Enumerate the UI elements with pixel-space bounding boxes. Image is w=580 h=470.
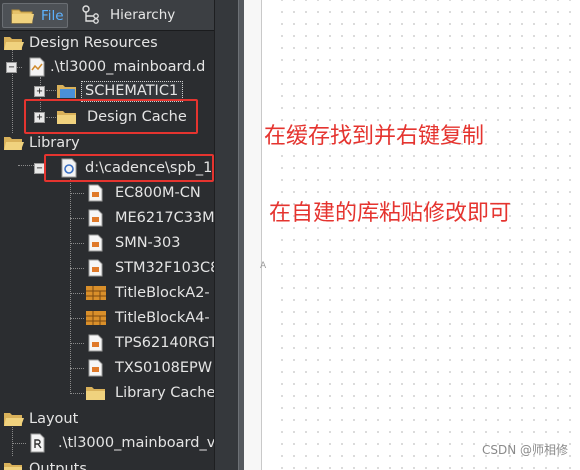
tab-hierarchy[interactable]: Hierarchy (72, 3, 212, 28)
tree-item-label: SMN-303 (115, 235, 181, 251)
tree-item-label: TitleBlockA2- (115, 285, 210, 301)
part-icon (88, 359, 103, 377)
expand-icon[interactable]: + (34, 86, 45, 97)
tree-item-label: Layout (29, 411, 79, 427)
tree-item-layout-file[interactable]: .\tl3000_mainboard_v (0, 431, 214, 455)
tab-file-label: File (41, 8, 64, 24)
canvas-ruler (244, 0, 262, 470)
tree-item-label: .\tl3000_mainboard_v (58, 435, 214, 451)
part-icon (88, 234, 103, 252)
tree-item-label: Design Resources (29, 35, 158, 51)
annotation-paste-into-library: 在自建的库粘贴修改即可 (269, 201, 512, 226)
folder-icon (11, 9, 34, 24)
folder-icon (4, 463, 22, 470)
tree-item-part[interactable]: TPS62140RGT (0, 331, 214, 355)
folder-open-icon (4, 137, 24, 150)
tree-item-label: ME6217C33M (115, 210, 214, 226)
highlight-box-library (44, 154, 214, 182)
annotation-copy-from-cache: 在缓存找到并右键复制 (264, 124, 485, 149)
tree-item-design-file[interactable]: − .\tl3000_mainboard.d (0, 55, 214, 79)
tree-item-label: Outputs (29, 461, 87, 470)
tree-item-library-cache[interactable]: Library Cache (0, 381, 214, 405)
tree-item-part[interactable]: STM32F103C8 (0, 256, 214, 280)
schematic-folder-icon (57, 85, 76, 98)
tree-item-part[interactable]: ME6217C33M (0, 206, 214, 230)
schematic-canvas[interactable] (272, 0, 580, 470)
design-file-icon (29, 57, 45, 77)
tree-item-label: Library Cache (115, 385, 214, 401)
tree-item-label: TPS62140RGT (115, 335, 214, 351)
tree-item-label: .\tl3000_mainboard.d (50, 59, 206, 75)
title-block-icon (86, 286, 106, 300)
tree-item-outputs[interactable]: Outputs (0, 457, 214, 470)
project-manager-panel: File Hierarchy Design Resources − .\tl30… (0, 0, 214, 470)
part-icon (88, 259, 103, 277)
title-block-icon (86, 311, 106, 325)
tree-item-titleblock[interactable]: TitleBlockA4- (0, 306, 214, 330)
layout-file-icon (30, 433, 45, 453)
collapse-icon[interactable]: − (6, 62, 17, 73)
project-tree: Design Resources − .\tl3000_mainboard.d … (0, 31, 214, 470)
folder-open-icon (4, 413, 24, 426)
tab-hierarchy-label: Hierarchy (110, 7, 176, 23)
folder-open-icon (4, 37, 24, 50)
tree-item-label: TXS0108EPW (115, 360, 213, 376)
part-icon (88, 184, 103, 202)
tree-item-label: Library (29, 135, 80, 151)
tree-item-part[interactable]: EC800M-CN (0, 181, 214, 205)
tree-item-titleblock[interactable]: TitleBlockA2- (0, 281, 214, 305)
tree-item-part[interactable]: SMN-303 (0, 231, 214, 255)
tree-item-part[interactable]: TXS0108EPW (0, 356, 214, 380)
highlight-box-design-cache (24, 99, 198, 134)
tree-item-design-resources[interactable]: Design Resources (0, 31, 214, 55)
panel-scrollbar[interactable] (214, 0, 238, 470)
tab-bar: File Hierarchy (0, 0, 214, 31)
tree-item-layout[interactable]: Layout (0, 407, 214, 431)
part-icon (88, 334, 103, 352)
tree-item-label: TitleBlockA4- (115, 310, 210, 326)
canvas-marker: A (260, 261, 267, 271)
tree-item-label: STM32F103C8 (115, 260, 214, 276)
tab-file[interactable]: File (2, 3, 68, 28)
tree-item-library[interactable]: Library (0, 131, 214, 155)
folder-icon (86, 387, 105, 400)
tree-item-label: EC800M-CN (115, 185, 201, 201)
tree-item-label: SCHEMATIC1 (85, 83, 179, 99)
hierarchy-icon (82, 5, 99, 24)
watermark: CSDN @师相修 (481, 443, 568, 457)
part-icon (88, 209, 103, 227)
